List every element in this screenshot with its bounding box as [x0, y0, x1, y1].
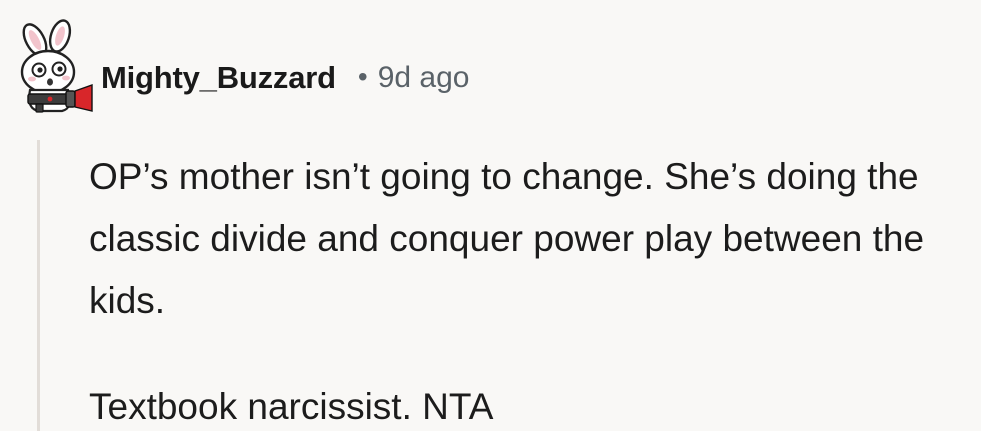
comment-header: Mighty_Buzzard • 9d ago	[101, 54, 469, 102]
comment-age[interactable]: 9d ago	[378, 61, 470, 95]
comment-paragraph: Textbook narcissist. NTA	[89, 386, 494, 427]
author-username[interactable]: Mighty_Buzzard	[101, 60, 336, 96]
comment-body: OP’s mother isn’t going to change. She’s…	[89, 146, 969, 431]
comment-paragraph: OP’s mother isn’t going to change. She’s…	[89, 156, 925, 321]
comment: Mighty_Buzzard • 9d ago OP’s mother isn’…	[0, 0, 981, 431]
bunny-with-blaster-icon	[20, 19, 93, 113]
meta-separator: •	[357, 61, 368, 92]
avatar[interactable]	[8, 18, 98, 114]
thread-line[interactable]	[37, 140, 40, 431]
